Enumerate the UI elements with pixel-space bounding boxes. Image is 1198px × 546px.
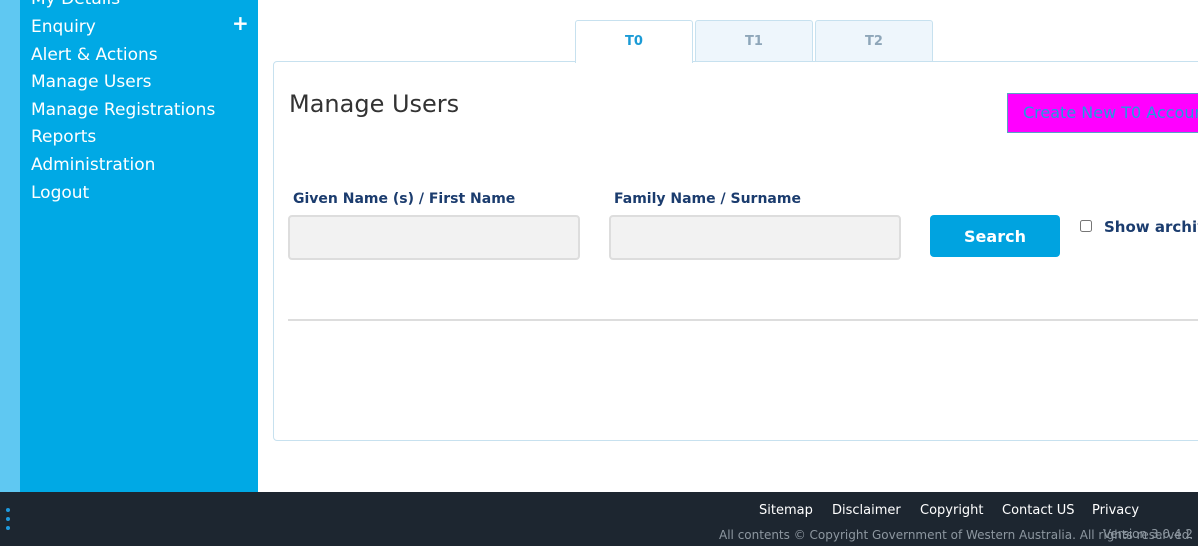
sidebar-item-logout[interactable]: Logout	[31, 182, 89, 204]
sidebar-nav: My Details Enquiry Alert & Actions Manag…	[20, 0, 258, 492]
footer-link-disclaimer[interactable]: Disclaimer	[832, 503, 901, 518]
search-button[interactable]: Search	[930, 215, 1060, 257]
sidebar-item-enquiry[interactable]: Enquiry	[31, 16, 96, 38]
footer-link-copyright[interactable]: Copyright	[920, 503, 984, 518]
tab-t1[interactable]: T1	[695, 20, 813, 61]
footer-link-sitemap[interactable]: Sitemap	[759, 503, 813, 518]
sidebar-item-manage-registrations[interactable]: Manage Registrations	[31, 99, 215, 121]
given-name-label: Given Name (s) / First Name	[293, 191, 516, 207]
tab-t0[interactable]: T0	[575, 20, 693, 63]
sidebar-item-alert-actions[interactable]: Alert & Actions	[31, 44, 158, 66]
page-title: Manage Users	[289, 90, 460, 118]
tab-t2[interactable]: T2	[815, 20, 933, 61]
family-name-input[interactable]	[609, 215, 901, 260]
given-name-input[interactable]	[288, 215, 580, 260]
create-account-button[interactable]: Create New T0 Account	[1007, 93, 1198, 133]
left-accent-strip	[0, 0, 20, 492]
plus-icon[interactable]: +	[232, 12, 249, 34]
version-text: Version 3.0.4.2	[1103, 527, 1193, 541]
sidebar-item-my-details[interactable]: My Details	[31, 0, 120, 10]
vertical-dots-icon[interactable]	[6, 508, 11, 530]
show-archived-label[interactable]: Show archived	[1104, 218, 1198, 236]
manage-users-panel: Manage Users Create New T0 Account Given…	[273, 61, 1198, 441]
footer-link-contact-us[interactable]: Contact US	[1002, 503, 1074, 518]
family-name-label: Family Name / Surname	[614, 191, 801, 207]
divider	[288, 319, 1198, 321]
sidebar-item-reports[interactable]: Reports	[31, 126, 96, 148]
footer-link-privacy[interactable]: Privacy	[1092, 503, 1139, 518]
sidebar-item-administration[interactable]: Administration	[31, 154, 155, 176]
sidebar-item-manage-users[interactable]: Manage Users	[31, 71, 152, 93]
footer: Sitemap Disclaimer Copyright Contact US …	[0, 492, 1198, 546]
show-archived-checkbox[interactable]	[1080, 220, 1092, 232]
